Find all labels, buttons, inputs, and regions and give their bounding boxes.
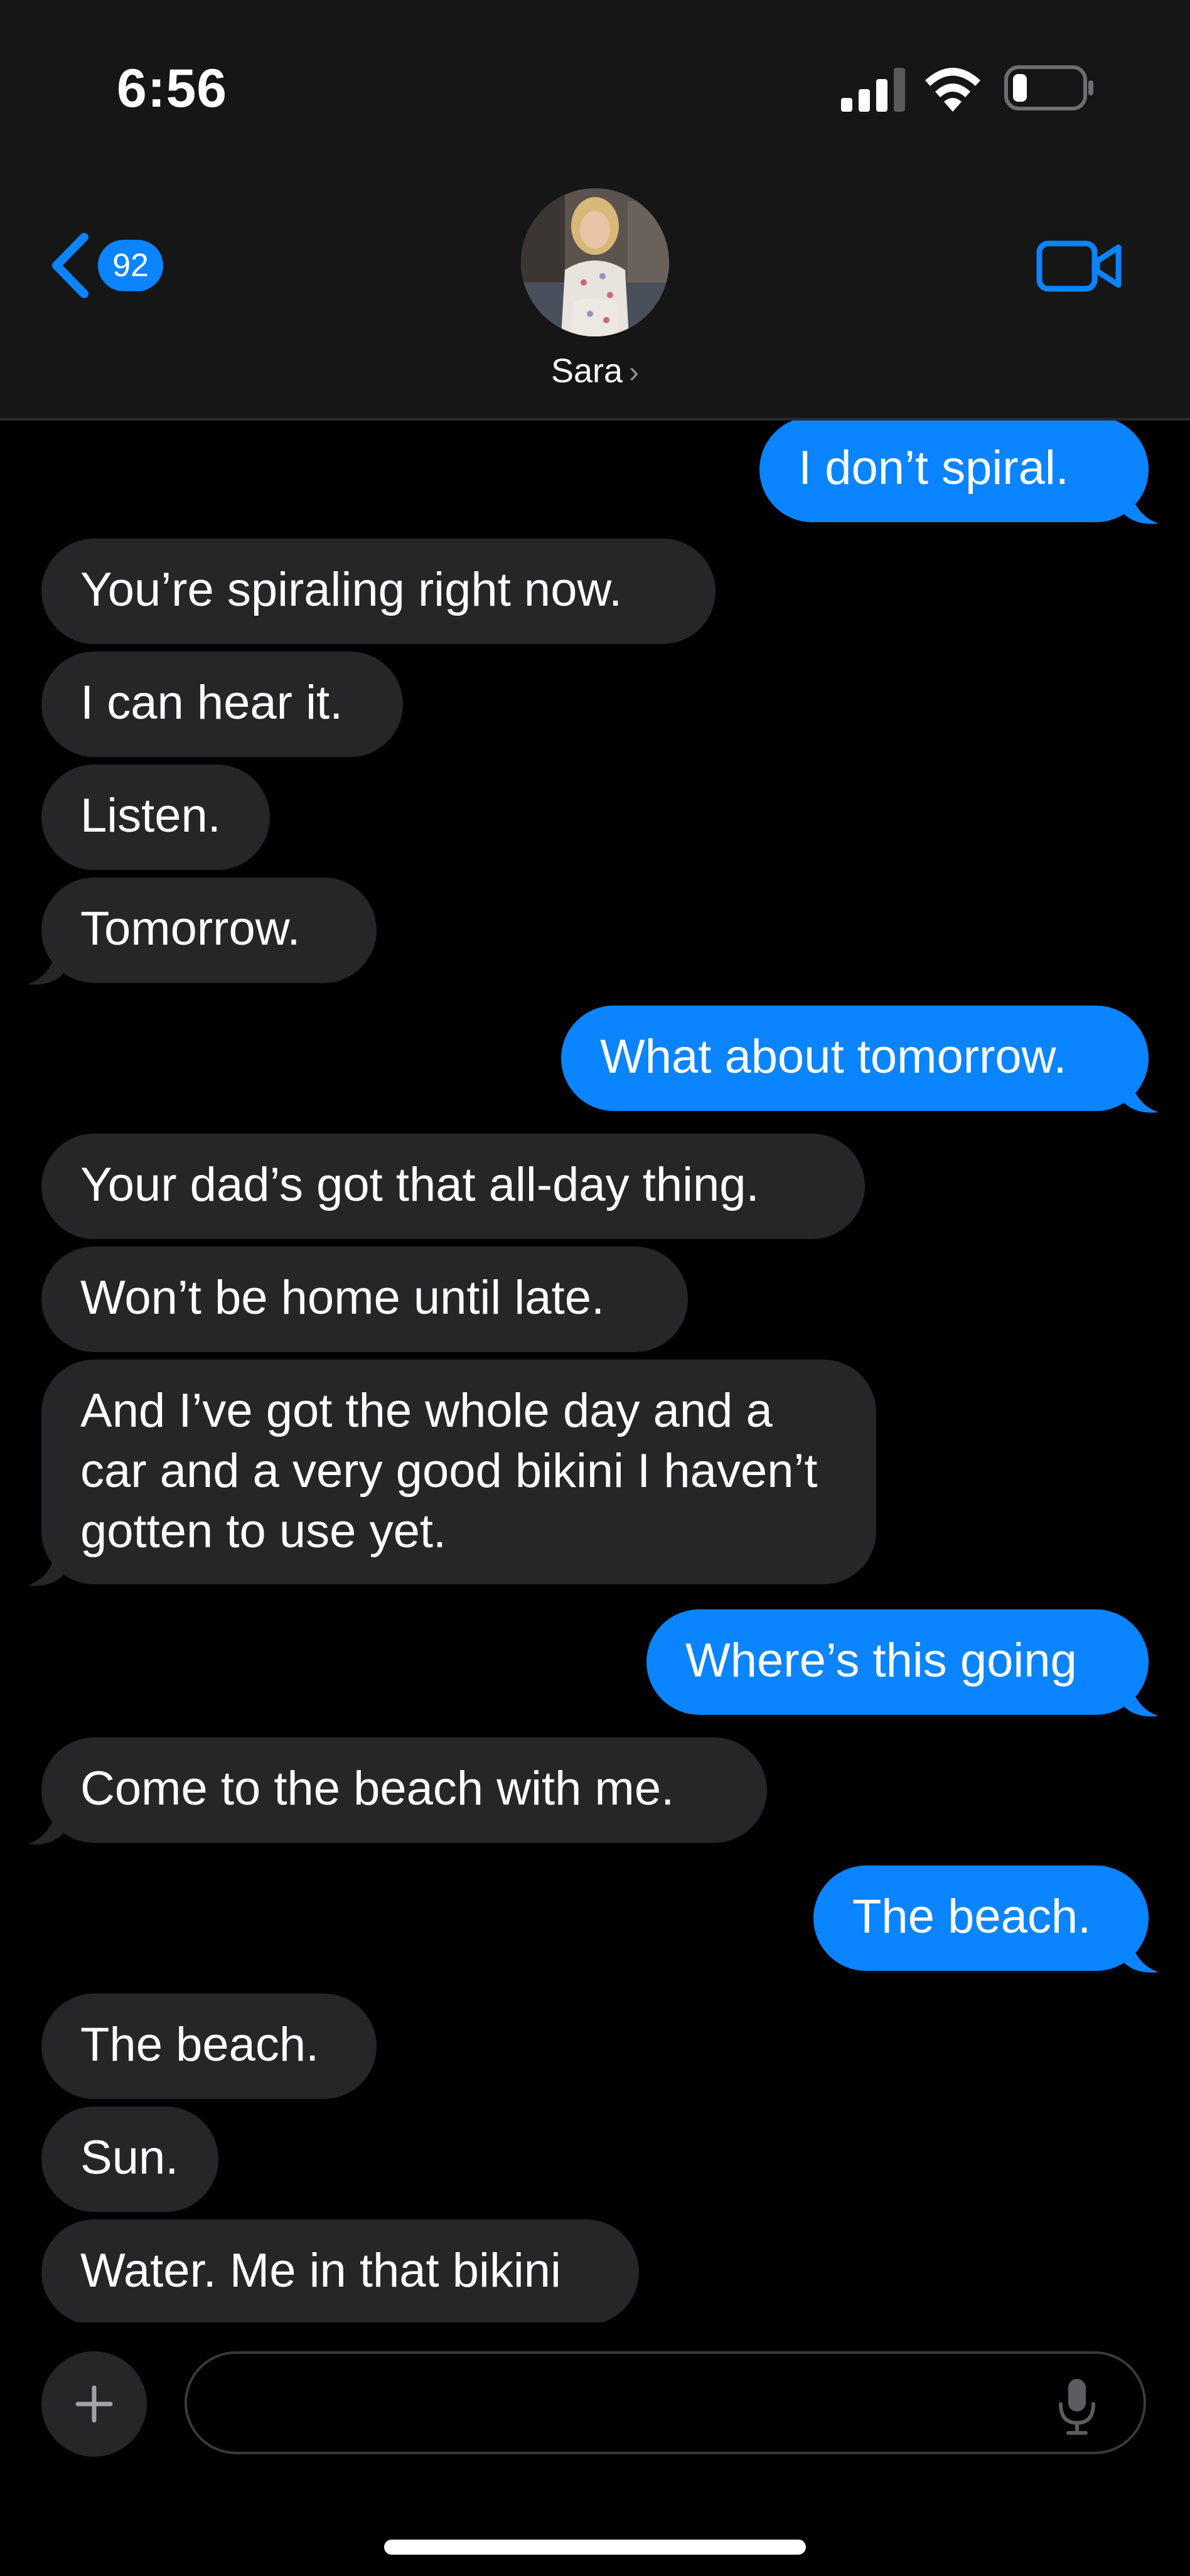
incoming-bubble-tail <box>28 1550 63 1586</box>
incoming-message[interactable]: Water. Me in that bikini <box>41 2219 639 2325</box>
incoming-message[interactable]: I can hear it. <box>41 652 403 757</box>
home-indicator[interactable] <box>384 2540 806 2555</box>
contact-name-button[interactable]: Sara › <box>0 352 1190 390</box>
video-camera-icon <box>1036 240 1122 292</box>
status-time: 6:56 <box>117 58 228 119</box>
contact-name: Sara <box>550 352 623 390</box>
outgoing-message[interactable]: Where’s this going <box>646 1609 1149 1715</box>
incoming-message[interactable]: Come to the beach with me. <box>41 1737 767 1843</box>
incoming-message[interactable]: The beach. <box>41 1994 377 2099</box>
contact-photo <box>521 188 669 336</box>
incoming-message[interactable]: Sun. <box>41 2106 218 2212</box>
video-call-button[interactable] <box>1036 235 1123 298</box>
messages-screen: I don’t spiral. You’re spiraling right n… <box>0 0 1190 2576</box>
outgoing-message[interactable]: The beach. <box>813 1865 1149 1971</box>
battery-icon <box>1004 65 1093 110</box>
add-attachment-button[interactable] <box>41 2351 147 2457</box>
back-button[interactable]: 92 <box>48 231 173 300</box>
outgoing-bubble-tail <box>1123 1681 1159 1717</box>
outgoing-message[interactable]: I don’t spiral. <box>759 417 1149 522</box>
incoming-message[interactable]: Listen. <box>41 765 270 870</box>
incoming-message[interactable]: Your dad’s got that all-day thing. <box>41 1134 865 1239</box>
outgoing-bubble-tail <box>1123 1077 1159 1113</box>
incoming-bubble-tail <box>28 1809 63 1845</box>
avatar[interactable] <box>521 188 669 336</box>
chevron-right-icon: › <box>629 356 640 389</box>
outgoing-bubble-tail <box>1123 488 1159 524</box>
incoming-message[interactable]: You’re spiraling right now. <box>41 539 716 644</box>
status-bar: 6:56 <box>0 0 1190 169</box>
wifi-icon <box>925 68 980 112</box>
cellular-signal-icon <box>841 68 905 112</box>
outgoing-message[interactable]: What about tomorrow. <box>561 1006 1149 1111</box>
chevron-left-icon <box>52 233 88 298</box>
incoming-message[interactable]: Won’t be home until late. <box>41 1247 688 1352</box>
incoming-message[interactable]: And I’ve got the whole day and a car and… <box>41 1360 876 1584</box>
incoming-bubble-tail <box>28 949 63 985</box>
microphone-icon[interactable] <box>1054 2376 1100 2437</box>
message-input[interactable] <box>185 2351 1146 2454</box>
incoming-message[interactable]: Tomorrow. <box>41 877 377 983</box>
message-composer <box>0 2322 1190 2576</box>
conversation-header: 92 Sara › <box>0 169 1190 421</box>
unread-count-badge: 92 <box>98 240 163 291</box>
plus-icon <box>75 2385 113 2423</box>
outgoing-bubble-tail <box>1123 1937 1159 1973</box>
